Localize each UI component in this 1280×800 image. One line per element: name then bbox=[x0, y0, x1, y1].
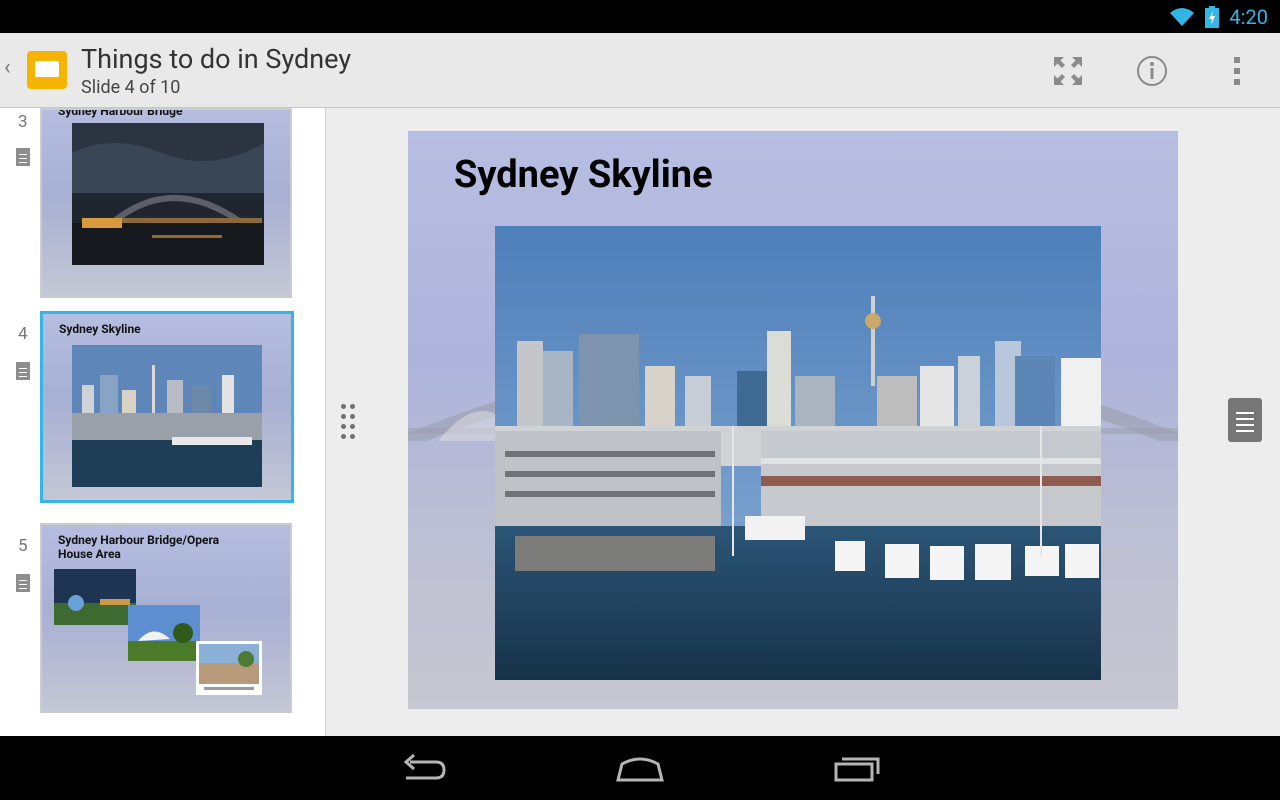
slide-viewer[interactable]: Sydney Skyline bbox=[326, 108, 1280, 736]
botanic-garden-photo bbox=[128, 605, 200, 661]
thumbnail-title: Sydney Harbour Bridge bbox=[58, 108, 183, 118]
battery-icon bbox=[1205, 5, 1220, 28]
recent-apps-icon[interactable] bbox=[830, 750, 886, 786]
info-button[interactable] bbox=[1130, 49, 1174, 93]
action-bar: ‹ Things to do in Sydney Slide 4 of 10 bbox=[0, 33, 1280, 108]
status-icons: 4:20 bbox=[1169, 0, 1268, 33]
up-caret-icon[interactable]: ‹ bbox=[4, 55, 11, 80]
slide-number: 4 bbox=[18, 324, 28, 344]
drag-handle-icon[interactable] bbox=[341, 404, 355, 439]
speaker-notes-icon[interactable] bbox=[16, 362, 30, 380]
slide-title: Sydney Skyline bbox=[454, 153, 713, 197]
back-icon[interactable] bbox=[396, 750, 452, 786]
slide-list[interactable]: 3 Sydney Harbour Bridge 4 Sydney Skyline bbox=[0, 108, 326, 736]
status-bar: 4:20 bbox=[0, 0, 1280, 33]
overflow-menu-button[interactable] bbox=[1215, 49, 1259, 93]
slide-thumbnail[interactable]: Sydney Harbour Bridge/Opera House Area bbox=[40, 523, 292, 713]
speaker-notes-icon[interactable] bbox=[16, 574, 30, 592]
sydney-skyline-photo-thumb bbox=[72, 345, 262, 487]
the-rocks-street-photo bbox=[196, 641, 262, 695]
slide-counter: Slide 4 of 10 bbox=[81, 77, 181, 98]
status-time: 4:20 bbox=[1229, 4, 1268, 29]
system-nav-bar bbox=[0, 736, 1280, 800]
sydney-skyline-photo bbox=[495, 226, 1101, 680]
speaker-notes-icon[interactable] bbox=[16, 148, 30, 166]
slide-thumbnail[interactable]: Sydney Harbour Bridge bbox=[40, 108, 292, 298]
home-icon[interactable] bbox=[612, 750, 668, 786]
slides-app-icon[interactable] bbox=[27, 51, 67, 89]
slide-number: 5 bbox=[18, 536, 28, 556]
slide-number: 3 bbox=[18, 112, 28, 132]
thumbnail-title: Sydney Harbour Bridge/Opera House Area bbox=[58, 533, 220, 561]
info-icon bbox=[1137, 56, 1167, 86]
fullscreen-button[interactable] bbox=[1046, 49, 1090, 93]
harbour-bridge-night-photo bbox=[72, 123, 264, 265]
speaker-notes-button[interactable] bbox=[1228, 398, 1262, 442]
slide-thumbnail-active[interactable]: Sydney Skyline bbox=[40, 311, 294, 503]
presentation-title: Things to do in Sydney bbox=[81, 43, 352, 75]
thumbnail-title: Sydney Skyline bbox=[59, 322, 141, 336]
fullscreen-icon bbox=[1054, 57, 1082, 85]
current-slide[interactable]: Sydney Skyline bbox=[408, 131, 1178, 709]
overflow-menu-icon bbox=[1234, 57, 1240, 85]
wifi-icon bbox=[1170, 7, 1195, 26]
opera-house-night-photo bbox=[54, 569, 136, 625]
